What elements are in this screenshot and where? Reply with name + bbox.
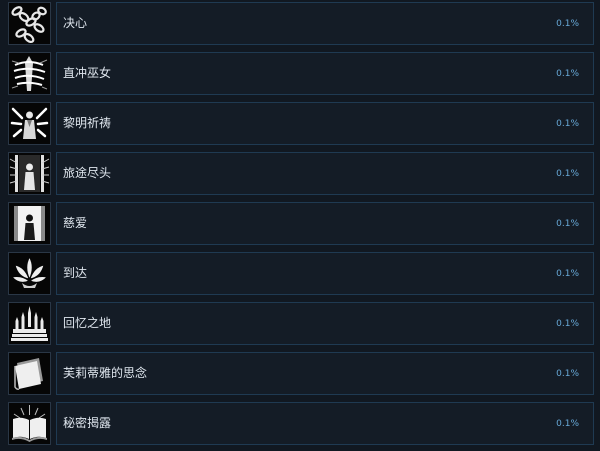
achievement-percent: 0.1% bbox=[556, 19, 579, 29]
chains-icon bbox=[8, 2, 51, 45]
achievement-row[interactable]: 直冲巫女 0.1% bbox=[8, 52, 594, 95]
achievement-percent: 0.1% bbox=[556, 169, 579, 179]
achievement-percent: 0.1% bbox=[556, 419, 579, 429]
achievement-name: 黎明祈祷 bbox=[63, 116, 112, 130]
achievement-row[interactable]: 决心 0.1% bbox=[8, 2, 594, 45]
achievement-panel: 慈爱 0.1% bbox=[56, 202, 594, 245]
achievement-percent: 0.1% bbox=[556, 219, 579, 229]
castle-icon bbox=[8, 302, 51, 345]
achievement-name: 直冲巫女 bbox=[63, 66, 112, 80]
achievement-panel: 到达 0.1% bbox=[56, 252, 594, 295]
achievement-row[interactable]: 黎明祈祷 0.1% bbox=[8, 102, 594, 145]
achievement-percent: 0.1% bbox=[556, 69, 579, 79]
doorway-figure-icon bbox=[8, 152, 51, 195]
achievement-row[interactable]: 回忆之地 0.1% bbox=[8, 302, 594, 345]
achievement-row[interactable]: 到达 0.1% bbox=[8, 252, 594, 295]
achievement-name: 到达 bbox=[63, 266, 88, 280]
achievement-percent: 0.1% bbox=[556, 319, 579, 329]
achievement-name: 秘密揭露 bbox=[63, 416, 112, 430]
achievement-list: 决心 0.1% 直冲巫女 0.1% 黎明祈祷 0.1% 旅途尽头 0.1% 慈爱… bbox=[0, 0, 600, 451]
achievement-name: 旅途尽头 bbox=[63, 166, 112, 180]
praying-figure-icon bbox=[8, 102, 51, 145]
open-book-icon bbox=[8, 402, 51, 445]
achievement-panel: 回忆之地 0.1% bbox=[56, 302, 594, 345]
achievement-percent: 0.1% bbox=[556, 369, 579, 379]
achievement-panel: 旅途尽头 0.1% bbox=[56, 152, 594, 195]
lotus-icon bbox=[8, 252, 51, 295]
achievement-panel: 决心 0.1% bbox=[56, 2, 594, 45]
achievement-percent: 0.1% bbox=[556, 119, 579, 129]
achievement-row[interactable]: 芙莉蒂雅的思念 0.1% bbox=[8, 352, 594, 395]
achievement-name: 慈爱 bbox=[63, 216, 88, 230]
achievement-name: 回忆之地 bbox=[63, 316, 112, 330]
achievement-row[interactable]: 旅途尽头 0.1% bbox=[8, 152, 594, 195]
achievement-panel: 秘密揭露 0.1% bbox=[56, 402, 594, 445]
achievement-percent: 0.1% bbox=[556, 269, 579, 279]
achievement-row[interactable]: 慈爱 0.1% bbox=[8, 202, 594, 245]
achievement-panel: 直冲巫女 0.1% bbox=[56, 52, 594, 95]
achievement-panel: 黎明祈祷 0.1% bbox=[56, 102, 594, 145]
achievement-panel: 芙莉蒂雅的思念 0.1% bbox=[56, 352, 594, 395]
wrapped-figure-icon bbox=[8, 52, 51, 95]
achievement-name: 决心 bbox=[63, 16, 88, 30]
lit-doorway-figure-icon bbox=[8, 202, 51, 245]
achievement-name: 芙莉蒂雅的思念 bbox=[63, 366, 148, 380]
letter-icon bbox=[8, 352, 51, 395]
achievement-row[interactable]: 秘密揭露 0.1% bbox=[8, 402, 594, 445]
